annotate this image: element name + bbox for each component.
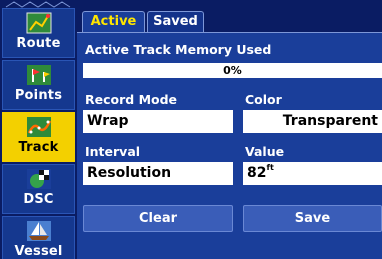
interval-label: Interval	[85, 144, 141, 159]
sidebar-item-vessel[interactable]: Vessel	[2, 216, 75, 259]
tab-bar: Active Saved	[77, 0, 382, 32]
memory-progress-bar: 0%	[83, 63, 382, 78]
value-label: Value	[245, 144, 285, 159]
track-icon	[26, 116, 52, 138]
record-mode-label: Record Mode	[85, 92, 178, 107]
dsc-icon	[26, 168, 52, 190]
sidebar-item-dsc[interactable]: DSC	[2, 164, 75, 214]
main-area: Active Saved Active Track Memory Used 0%…	[77, 0, 382, 259]
tab-saved[interactable]: Saved	[147, 11, 204, 32]
sidebar-item-label: Track	[18, 140, 59, 155]
color-label: Color	[245, 92, 282, 107]
sidebar-item-label: Vessel	[14, 244, 63, 259]
value-number: 82	[247, 165, 267, 181]
sidebar-item-route[interactable]: Route	[2, 8, 75, 58]
clear-button[interactable]: Clear	[83, 205, 233, 232]
sidebar-item-points[interactable]: Points	[2, 60, 75, 110]
gps-track-setup-screen: Route Points Track DSC Vessel Active Sav…	[0, 0, 382, 259]
color-field[interactable]: Transparent	[243, 110, 382, 133]
save-button[interactable]: Save	[243, 205, 382, 232]
memory-title: Active Track Memory Used	[85, 42, 272, 57]
value-unit: ft	[266, 163, 274, 172]
value-field[interactable]: 82ft	[243, 162, 382, 185]
tab-active[interactable]: Active	[82, 11, 145, 32]
points-icon	[26, 64, 52, 86]
sidebar-item-track[interactable]: Track	[2, 112, 75, 162]
vessel-icon	[26, 220, 52, 242]
memory-percent: 0%	[223, 64, 242, 77]
route-icon	[26, 12, 52, 34]
sidebar-item-label: DSC	[23, 192, 54, 207]
sidebar-item-label: Route	[16, 36, 61, 51]
interval-field[interactable]: Resolution	[83, 162, 233, 185]
sidebar: Route Points Track DSC Vessel	[0, 0, 77, 259]
record-mode-field[interactable]: Wrap	[83, 110, 233, 133]
sidebar-item-label: Points	[14, 88, 63, 103]
